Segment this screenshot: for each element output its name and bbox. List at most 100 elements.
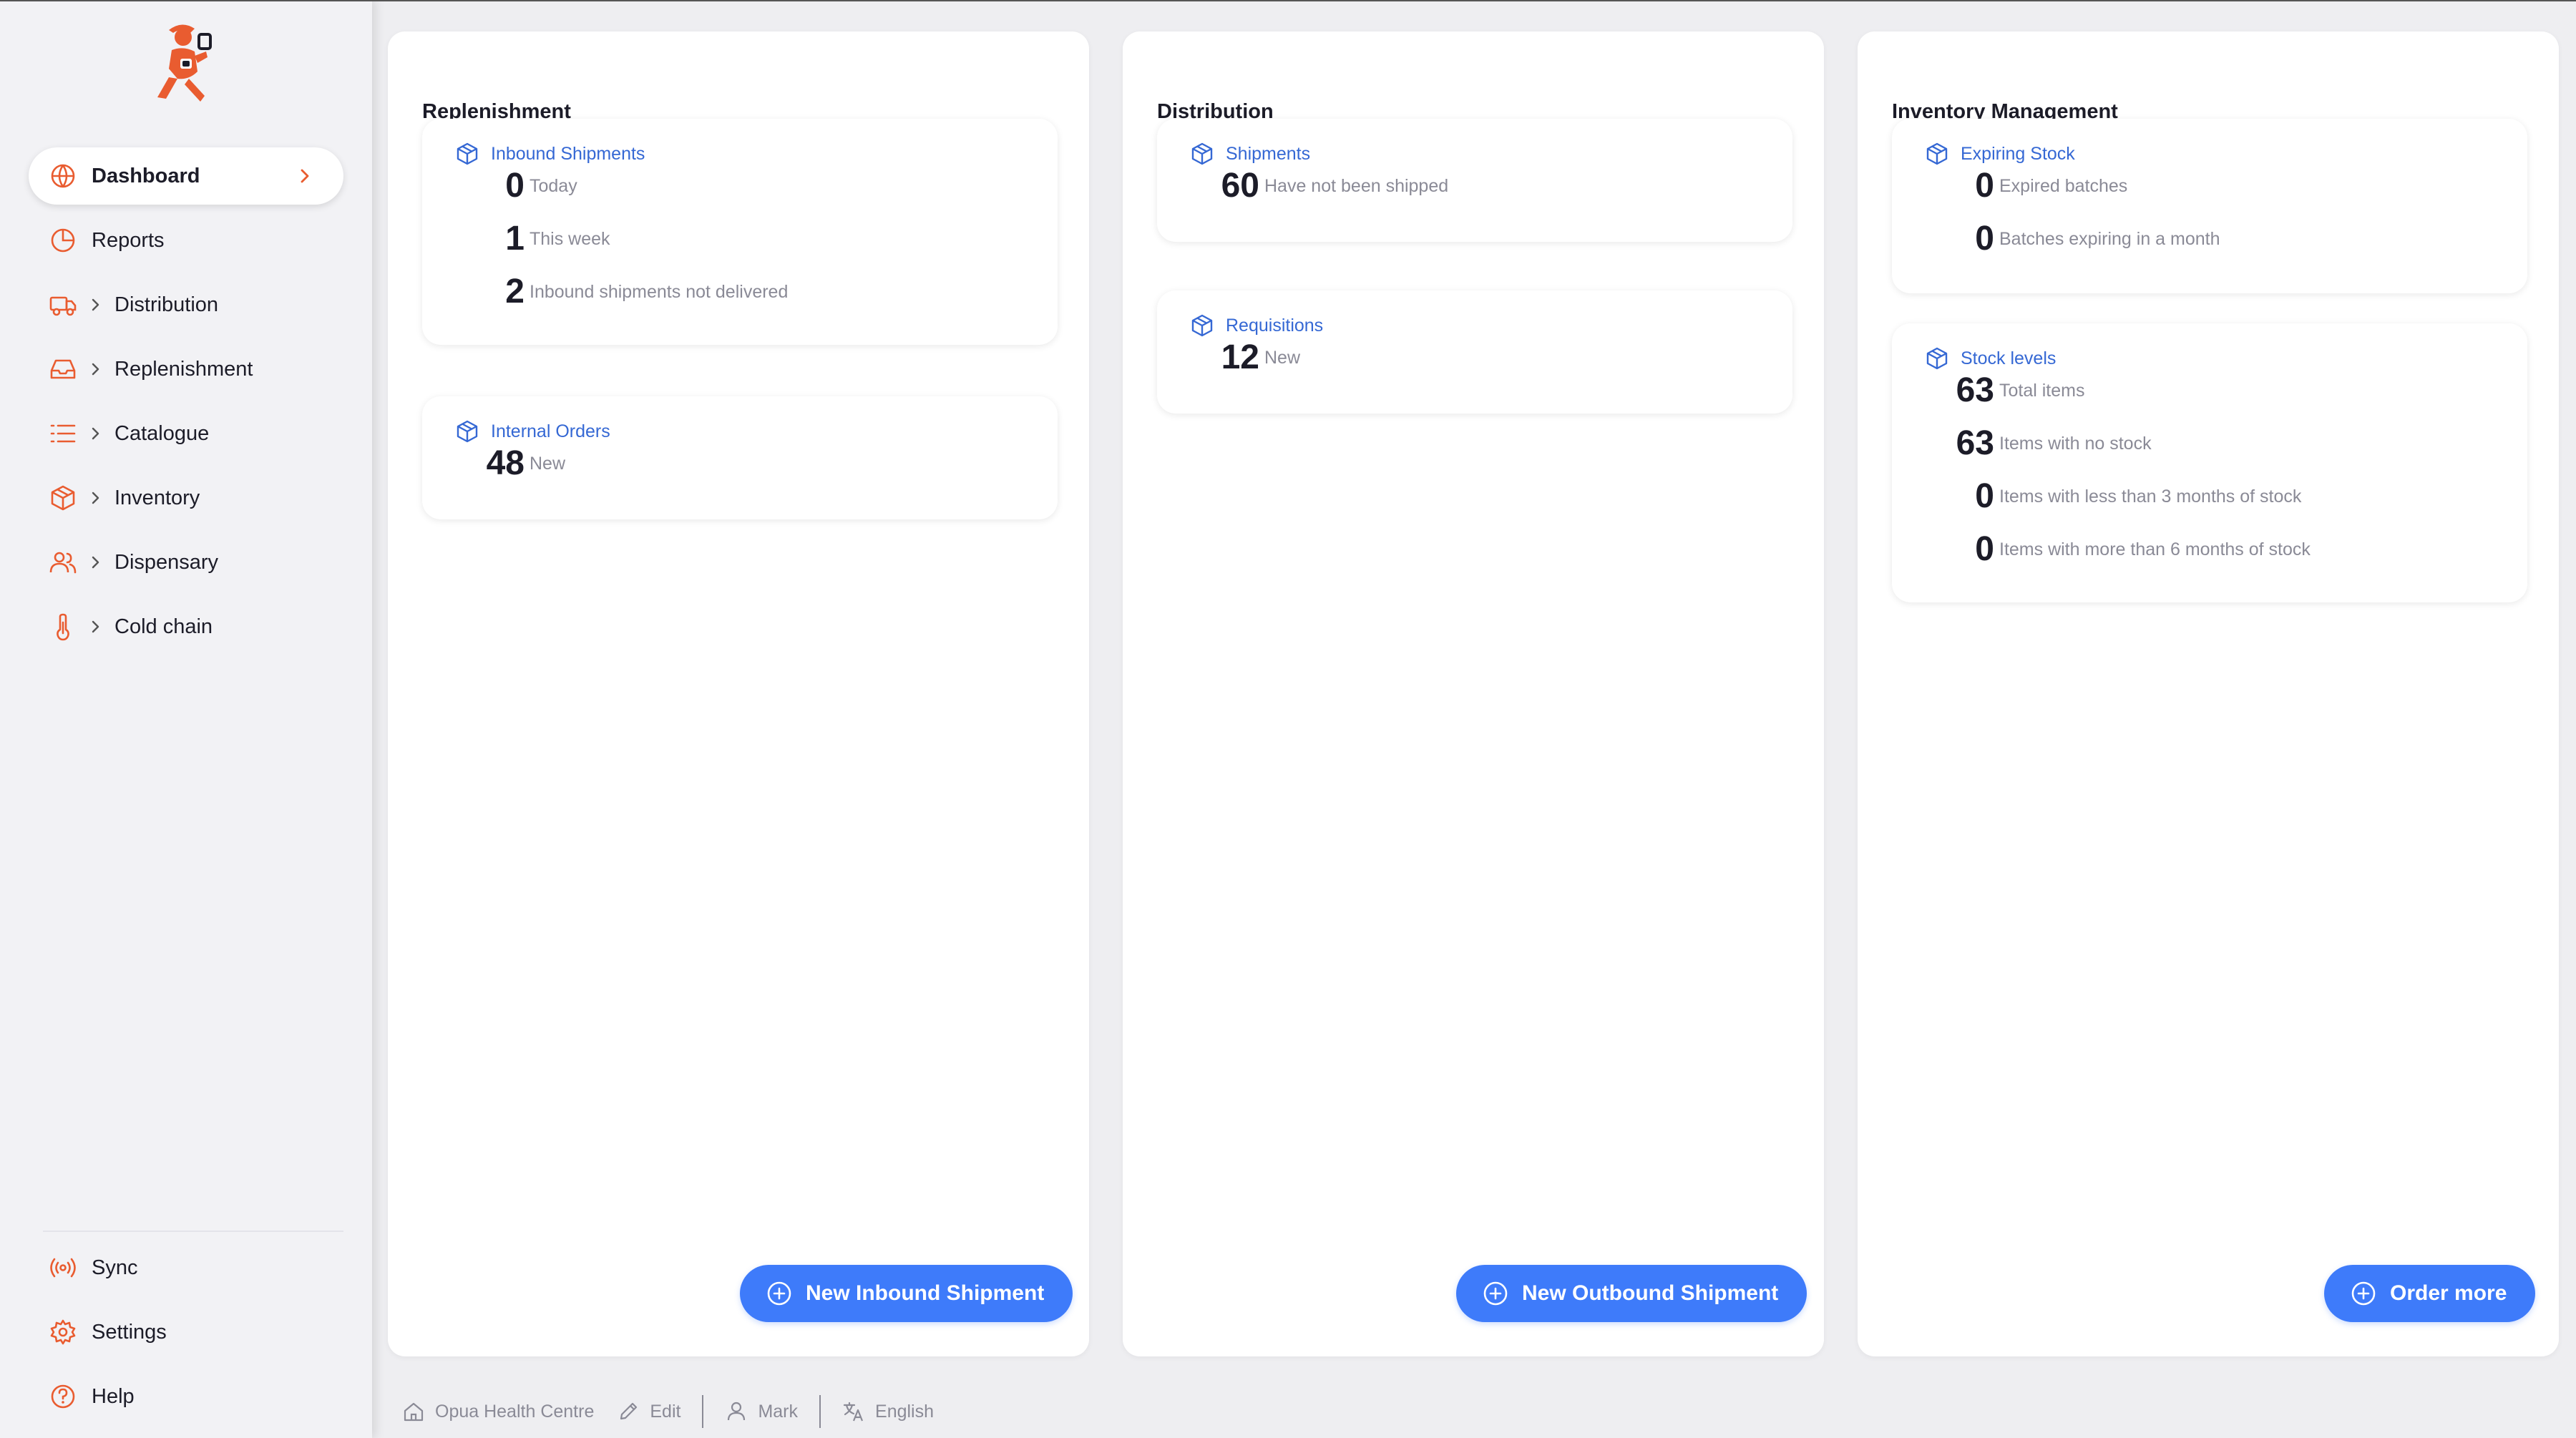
cube-icon bbox=[1191, 142, 1213, 165]
sidebar-item-help[interactable]: Help bbox=[29, 1368, 343, 1425]
store-name: Opua Health Centre bbox=[435, 1401, 595, 1422]
stat-row[interactable]: 12 New bbox=[1157, 336, 1792, 379]
chevron-right-icon[interactable] bbox=[87, 361, 103, 377]
cube-icon bbox=[1926, 142, 1948, 165]
stat-value: 63 bbox=[1956, 424, 1994, 462]
stat-label: New bbox=[530, 454, 566, 474]
sidebar-item-label: Settings bbox=[92, 1320, 167, 1344]
sidebar-item-inventory[interactable]: Inventory bbox=[29, 469, 343, 527]
stat-value: 0 bbox=[505, 167, 525, 205]
stat-value: 0 bbox=[1975, 477, 1994, 515]
stat-value: 0 bbox=[1975, 220, 1994, 258]
stat-value: 63 bbox=[1956, 371, 1994, 409]
chevron-right-icon[interactable] bbox=[87, 619, 103, 635]
sidebar-item-settings[interactable]: Settings bbox=[29, 1304, 343, 1361]
sidebar-item-label: Inventory bbox=[114, 486, 200, 509]
stat-row[interactable]: 0 Items with less than 3 months of stock bbox=[1892, 475, 2527, 518]
widget-title[interactable]: Shipments bbox=[1226, 144, 1310, 165]
stat-value: 1 bbox=[505, 220, 525, 258]
language-selector[interactable]: English bbox=[842, 1400, 934, 1423]
edit-label: Edit bbox=[650, 1401, 681, 1422]
cube-icon bbox=[49, 484, 77, 512]
sidebar-divider bbox=[43, 1231, 343, 1232]
widget-title[interactable]: Inbound Shipments bbox=[491, 144, 645, 165]
footer-divider bbox=[702, 1395, 704, 1428]
new-inbound-shipment-button[interactable]: New Inbound Shipment bbox=[740, 1265, 1073, 1322]
stat-label: Have not been shipped bbox=[1264, 176, 1449, 196]
plus-circle-icon bbox=[767, 1281, 791, 1306]
expiring-stock-widget: Expiring Stock 0 Expired batches 0 Batch… bbox=[1892, 119, 2527, 293]
plus-circle-icon bbox=[2351, 1281, 2376, 1306]
stat-row[interactable]: 0 Expired batches bbox=[1892, 165, 2527, 207]
sidebar-item-dispensary[interactable]: Dispensary bbox=[29, 534, 343, 591]
chevron-right-icon bbox=[301, 169, 309, 183]
sidebar-item-distribution[interactable]: Distribution bbox=[29, 276, 343, 333]
stat-row[interactable]: 63 Items with no stock bbox=[1892, 422, 2527, 465]
stat-row[interactable]: 60 Have not been shipped bbox=[1157, 165, 1792, 207]
plus-circle-icon bbox=[1483, 1281, 1508, 1306]
app-logo[interactable] bbox=[147, 21, 223, 113]
edit-store-button[interactable]: Edit bbox=[617, 1400, 680, 1423]
stat-value: 48 bbox=[486, 444, 525, 482]
stat-value: 60 bbox=[1221, 167, 1259, 205]
sidebar-item-label: Replenishment bbox=[114, 357, 253, 381]
stat-value: 2 bbox=[505, 273, 525, 310]
sidebar-item-label: Reports bbox=[92, 228, 165, 252]
inbox-icon bbox=[49, 355, 77, 383]
stat-label: Today bbox=[530, 176, 577, 196]
chevron-right-icon[interactable] bbox=[87, 554, 103, 570]
button-label: New Inbound Shipment bbox=[806, 1281, 1045, 1305]
replenishment-panel: Replenishment Inbound Shipments 0 Today … bbox=[388, 31, 1089, 1356]
sidebar-item-label: Dashboard bbox=[92, 164, 200, 187]
new-outbound-shipment-button[interactable]: New Outbound Shipment bbox=[1456, 1265, 1807, 1322]
shipments-widget: Shipments 60 Have not been shipped bbox=[1157, 119, 1792, 242]
order-more-button[interactable]: Order more bbox=[2324, 1265, 2536, 1322]
stat-row[interactable]: 0 Items with more than 6 months of stock bbox=[1892, 528, 2527, 571]
cube-icon bbox=[457, 142, 478, 165]
stat-row[interactable]: 48 New bbox=[422, 442, 1058, 485]
stat-label: Items with more than 6 months of stock bbox=[1999, 539, 2311, 559]
widget-title[interactable]: Requisitions bbox=[1226, 316, 1323, 336]
sidebar-item-label: Distribution bbox=[114, 293, 219, 316]
sidebar-item-catalogue[interactable]: Catalogue bbox=[29, 405, 343, 462]
chevron-right-icon[interactable] bbox=[87, 297, 103, 313]
chevron-right-icon[interactable] bbox=[87, 490, 103, 506]
widget-title[interactable]: Stock levels bbox=[1961, 348, 2056, 369]
inventory-management-panel: Inventory Management Expiring Stock 0 Ex… bbox=[1858, 31, 2559, 1356]
sidebar-item-label: Cold chain bbox=[114, 615, 213, 638]
gear-icon bbox=[49, 1318, 77, 1346]
stat-label: New bbox=[1264, 348, 1301, 368]
stat-label: Items with less than 3 months of stock bbox=[1999, 486, 2302, 507]
cube-icon bbox=[457, 420, 478, 443]
chevron-right-icon[interactable] bbox=[87, 426, 103, 441]
stock-levels-widget: Stock levels 63 Total items 63 Items wit… bbox=[1892, 323, 2527, 602]
button-label: Order more bbox=[2390, 1281, 2507, 1305]
help-icon bbox=[49, 1382, 77, 1411]
sidebar-item-cold-chain[interactable]: Cold chain bbox=[29, 598, 343, 655]
sidebar-item-reports[interactable]: Reports bbox=[29, 212, 343, 269]
sidebar-item-replenishment[interactable]: Replenishment bbox=[29, 341, 343, 398]
user-menu[interactable]: Mark bbox=[725, 1400, 798, 1423]
distribution-panel: Distribution Shipments 60 Have not been … bbox=[1123, 31, 1824, 1356]
user-icon bbox=[728, 1402, 746, 1421]
widget-title[interactable]: Internal Orders bbox=[491, 421, 610, 442]
internal-orders-widget: Internal Orders 48 New bbox=[422, 396, 1058, 519]
store-selector[interactable]: Opua Health Centre bbox=[402, 1400, 594, 1423]
pencil-icon bbox=[620, 1402, 638, 1420]
sidebar: Dashboard Reports Distribution Replenish… bbox=[0, 0, 372, 1438]
translate-icon bbox=[843, 1402, 864, 1422]
stat-row[interactable]: 0 Batches expiring in a month bbox=[1892, 217, 2527, 260]
stat-label: Batches expiring in a month bbox=[1999, 229, 2220, 249]
stat-label: This week bbox=[530, 229, 610, 249]
sidebar-item-dashboard[interactable]: Dashboard bbox=[29, 147, 343, 205]
stat-row[interactable]: 63 Total items bbox=[1892, 369, 2527, 412]
stat-row[interactable]: 2 Inbound shipments not delivered bbox=[422, 270, 1058, 313]
stat-label: Inbound shipments not delivered bbox=[530, 282, 789, 302]
home-icon bbox=[404, 1402, 424, 1422]
widget-title[interactable]: Expiring Stock bbox=[1961, 144, 2075, 165]
sidebar-item-label: Sync bbox=[92, 1256, 138, 1279]
sidebar-item-sync[interactable]: Sync bbox=[29, 1239, 343, 1296]
stat-row[interactable]: 0 Today bbox=[422, 165, 1058, 207]
list-icon bbox=[49, 419, 77, 448]
stat-row[interactable]: 1 This week bbox=[422, 217, 1058, 260]
